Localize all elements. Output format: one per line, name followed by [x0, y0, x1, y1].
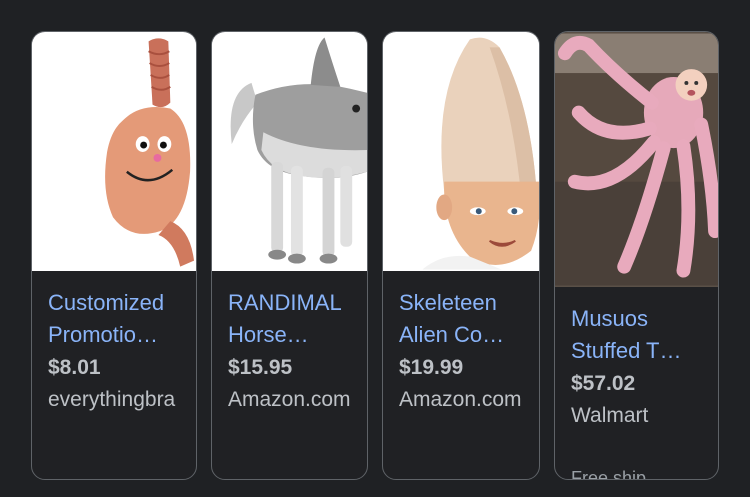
- product-price: $15.95: [228, 356, 293, 379]
- product-seller: Amazon.com: [399, 388, 522, 411]
- product-info: Customized Promotio… $8.01 everythingbra: [32, 287, 196, 416]
- product-title-line2[interactable]: Alien Co…: [399, 319, 533, 351]
- octopus-plush-image[interactable]: [555, 32, 718, 287]
- horse-shark-costume-image[interactable]: [212, 32, 367, 271]
- octopus-plush-image: [555, 33, 718, 286]
- product-info: Musuos Stuffed T… $57.02 Walmart: [555, 303, 718, 432]
- product-card-3[interactable]: Skeleteen Alien Co… $19.99 Amazon.com: [382, 31, 540, 480]
- product-title-line1[interactable]: Skeleteen: [399, 287, 533, 319]
- product-info: Skeleteen Alien Co… $19.99 Amazon.com: [383, 287, 539, 416]
- product-title-line1[interactable]: Musuos: [571, 303, 712, 335]
- product-seller: Amazon.com: [228, 388, 351, 411]
- plush-stomach-mascot-image[interactable]: [32, 32, 196, 271]
- product-seller: Walmart: [571, 404, 649, 427]
- product-price: $8.01: [48, 356, 101, 379]
- cone-head-hat-image[interactable]: [383, 32, 539, 271]
- product-title-line1[interactable]: Customized: [48, 287, 190, 319]
- product-title-line2[interactable]: Stuffed T…: [571, 335, 712, 367]
- product-card-2[interactable]: RANDIMAL Horse… $15.95 Amazon.com: [211, 31, 368, 480]
- product-price: $19.99: [399, 356, 464, 379]
- shipping-note: Free ship…: [571, 468, 665, 480]
- product-title-line2[interactable]: Horse…: [228, 319, 361, 351]
- horse-shark-costume-image: [212, 33, 367, 270]
- cone-head-hat-image: [383, 33, 539, 270]
- plush-stomach-mascot-image: [32, 33, 196, 270]
- product-title-line2[interactable]: Promotio…: [48, 319, 190, 351]
- product-info: RANDIMAL Horse… $15.95 Amazon.com: [212, 287, 367, 416]
- product-seller: everythingbra: [48, 388, 176, 411]
- product-price: $57.02: [571, 372, 636, 395]
- product-title-line1[interactable]: RANDIMAL: [228, 287, 361, 319]
- product-card-4[interactable]: Musuos Stuffed T… $57.02 Walmart Free sh…: [554, 31, 719, 480]
- product-card-1[interactable]: Customized Promotio… $8.01 everythingbra: [31, 31, 197, 480]
